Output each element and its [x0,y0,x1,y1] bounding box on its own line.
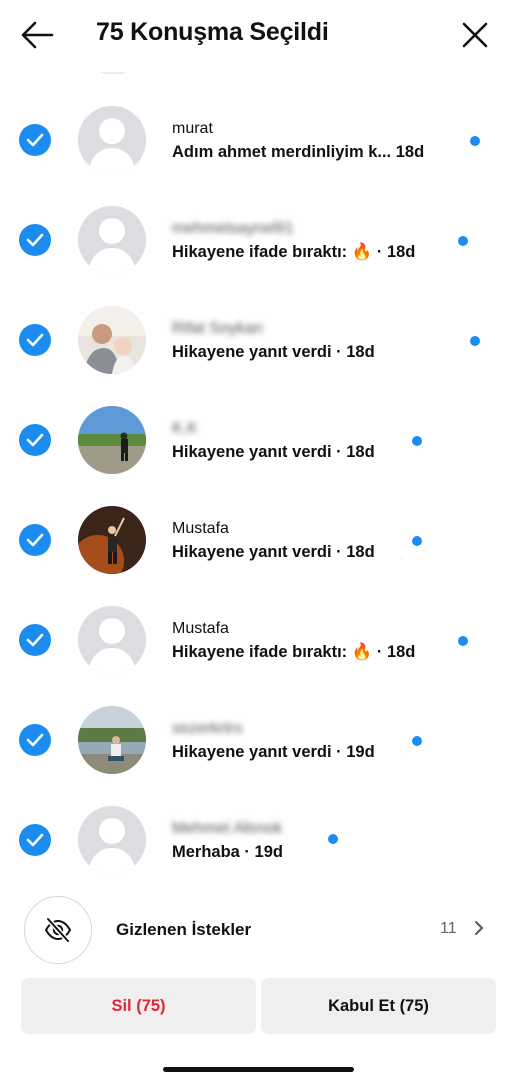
avatar [78,306,146,374]
conversation-row[interactable]: Mustafa Hikayene ifade bıraktı: 🔥 · 18d [0,590,517,690]
eye-off-icon [44,917,72,943]
avatar [78,806,146,874]
avatar-photo [78,706,146,774]
avatar [78,706,146,774]
conversation-name: Mustafa [172,620,229,637]
selected-checkbox[interactable] [19,724,51,756]
back-button[interactable] [20,20,54,50]
checkmark-icon [26,533,44,547]
conversation-row[interactable]: Mustafa Hikayene yanıt verdi · 18d [0,490,517,590]
conversation-preview: Hikayene yanıt verdi · 18d [172,343,375,361]
conversation-name: sezerkrtrs [172,720,243,737]
arrow-left-icon [21,21,54,49]
unread-dot [470,336,480,346]
checkmark-icon [26,433,44,447]
conversation-row[interactable]: murat Adım ahmet merdinliyim k... 18d [0,90,517,190]
unread-dot [412,736,422,746]
conversation-preview: Hikayene ifade bıraktı: 🔥 · 18d [172,243,416,261]
avatar-photo [78,506,146,574]
selected-checkbox[interactable] [19,824,51,856]
page-title: 75 Konuşma Seçildi [96,18,329,46]
conversation-name: Rifat Soykan [172,320,263,337]
avatar [78,106,146,174]
conversation-row[interactable]: K.K Hikayene yanıt verdi · 18d [0,390,517,490]
selected-checkbox[interactable] [19,624,51,656]
conversation-row[interactable]: sezerkrtrs Hikayene yanıt verdi · 19d [0,690,517,790]
conversation-row[interactable]: mehmetsaynel91 Hikayene ifade bıraktı: 🔥 … [0,190,517,290]
close-button[interactable] [460,20,490,50]
checkmark-icon [26,633,44,647]
hidden-requests-count: 11 [440,920,457,937]
conversation-row[interactable]: Rifat Soykan Hikayene yanıt verdi · 18d [0,290,517,390]
close-icon [462,22,488,48]
selected-checkbox[interactable] [19,524,51,556]
unread-dot [458,636,468,646]
home-indicator [163,1067,354,1072]
conversation-preview: Hikayene yanıt verdi · 18d [172,443,375,461]
conversation-preview: Hikayene ifade bıraktı: 🔥 · 18d [172,643,416,661]
avatar-photo [78,306,146,374]
conversation-name: murat [172,120,213,137]
conversation-preview: Adım ahmet merdinliyim k... 18d [172,143,425,161]
hidden-requests-label: Gizlenen İstekler [116,920,252,939]
selected-checkbox[interactable] [19,424,51,456]
hidden-requests-row[interactable]: Gizlenen İstekler 11 [0,896,517,968]
conversation-name: Mehmet Altınok [172,820,283,837]
checkmark-icon [26,133,44,147]
checkmark-icon [26,333,44,347]
checkmark-icon [26,833,44,847]
avatar [78,606,146,674]
unread-dot [412,536,422,546]
unread-dot [470,136,480,146]
unread-dot [412,436,422,446]
selected-checkbox[interactable] [19,324,51,356]
chevron-right-icon [475,921,483,935]
unread-dot [328,834,338,844]
conversation-row[interactable]: Mehmet Altınok Merhaba · 19d [0,790,517,890]
conversation-name: K.K [172,420,198,437]
checkmark-icon [26,733,44,747]
unread-dot [458,236,468,246]
avatar [78,506,146,574]
default-avatar-icon [78,106,146,174]
default-avatar-icon [78,606,146,674]
checkmark-icon [26,233,44,247]
default-avatar-icon [78,806,146,874]
conversation-name: Mustafa [172,520,229,537]
selected-checkbox[interactable] [19,124,51,156]
delete-button[interactable]: Sil (75) [21,978,256,1034]
avatar-photo [78,406,146,474]
conversation-preview: Hikayene yanıt verdi · 18d [172,543,375,561]
conversation-preview: Merhaba · 19d [172,843,283,861]
conversation-preview: Hikayene yanıt verdi · 19d [172,743,375,761]
default-avatar-icon [78,206,146,274]
hidden-requests-icon-circle [24,896,92,964]
selected-checkbox[interactable] [19,224,51,256]
avatar [78,206,146,274]
conversation-name: mehmetsaynel91 [172,220,294,237]
avatar [78,406,146,474]
accept-button[interactable]: Kabul Et (75) [261,978,496,1034]
header: 75 Konuşma Seçildi [0,0,517,72]
